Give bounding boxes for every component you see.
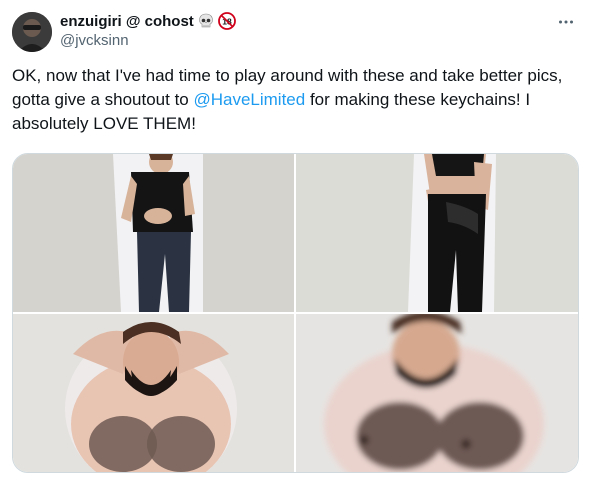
author-handle[interactable]: @jvcksinn (60, 32, 129, 49)
media-image-keychain-front-closeup-blurred[interactable] (296, 314, 578, 472)
tweet: enzuigiri @ cohost 18 @jvcksinn (0, 0, 592, 480)
media-image-keychain-front-closeup[interactable] (13, 314, 294, 472)
media-image-keychain-back-full[interactable] (296, 154, 578, 312)
author-display-name[interactable]: enzuigiri @ cohost (60, 13, 194, 30)
skull-emoji-icon (197, 12, 215, 30)
18-plus-badge-icon: 18 (217, 12, 236, 30)
tweet-text: OK, now that I've had time to play aroun… (12, 64, 582, 136)
media-image-keychain-front-full[interactable] (13, 154, 294, 312)
more-options-icon[interactable] (556, 12, 576, 32)
author-name-row[interactable]: enzuigiri @ cohost 18 (60, 12, 236, 30)
mention-link[interactable]: @HaveLimited (193, 90, 305, 109)
media-grid (12, 153, 579, 473)
avatar[interactable] (12, 12, 52, 52)
